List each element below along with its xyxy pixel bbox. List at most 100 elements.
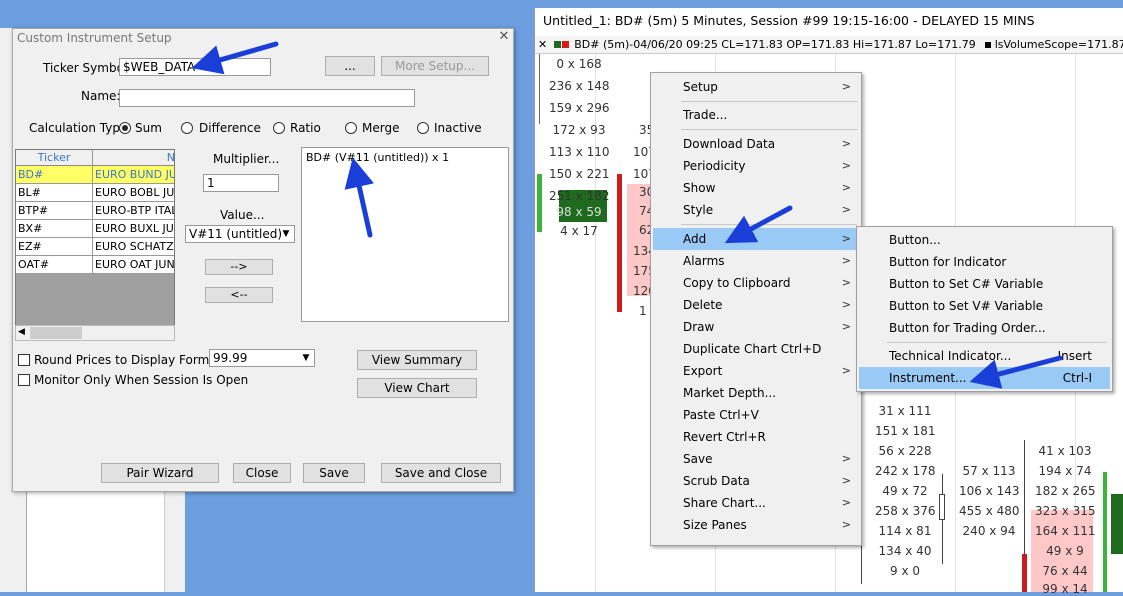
grid-cell-ticker[interactable]: BTP# <box>16 202 93 220</box>
formula-text: BD# (V#11 (untitled)) x 1 <box>306 151 450 164</box>
menu-item-save[interactable]: Save > <box>653 448 859 470</box>
footprint-cell: 150 x 221 <box>549 167 610 181</box>
calc-sum-radio[interactable] <box>119 122 131 137</box>
footprint-cell: 1 <box>639 304 647 318</box>
grid-cell-ticker[interactable]: BX# <box>16 220 93 238</box>
menu-item-label: Show <box>683 181 716 195</box>
footprint-cell: 455 x 480 <box>959 504 1020 518</box>
menu-item-setup[interactable]: Setup > <box>653 76 859 98</box>
chevron-right-icon: > <box>841 232 851 245</box>
grid-cell-name[interactable]: EURO SCHATZ JUNE <box>93 238 174 256</box>
menu-item-add[interactable]: Add > <box>653 228 859 250</box>
menu-item-label: Button... <box>889 233 941 247</box>
menu-item-duplicate-chart[interactable]: Duplicate Chart Ctrl+D <box>653 338 859 360</box>
grid-cell-ticker[interactable]: BD# <box>16 166 93 184</box>
menu-item-alarms[interactable]: Alarms > <box>653 250 859 272</box>
menu-item-trade[interactable]: Trade... <box>653 104 859 126</box>
submenu-item-button[interactable]: Button... <box>859 229 1110 251</box>
menu-item-delete[interactable]: Delete > <box>653 294 859 316</box>
menu-item-label: Market Depth... <box>683 386 777 400</box>
series-color-icon <box>561 41 569 48</box>
menu-item-download-data[interactable]: Download Data > <box>653 133 859 155</box>
calc-ratio-radio[interactable] <box>273 122 285 137</box>
round-format-select[interactable]: 99.99 ▼ <box>209 349 315 367</box>
candle-body <box>617 174 622 312</box>
grid-header-name[interactable]: N <box>93 150 174 166</box>
grid-cell-name[interactable]: EURO-BTP ITALI <box>93 202 174 220</box>
instrument-grid[interactable]: Ticker N BD# EURO BUND JUN BL# EURO BOBL… <box>15 149 175 341</box>
submenu-item-button-set-c-variable[interactable]: Button to Set C# Variable <box>859 273 1110 295</box>
chevron-down-icon[interactable]: ▼ <box>279 227 293 241</box>
save-button[interactable]: Save <box>303 463 365 483</box>
close-icon[interactable]: ✕ <box>538 38 547 51</box>
scroll-thumb[interactable] <box>30 327 82 339</box>
view-chart-button[interactable]: View Chart <box>357 378 477 398</box>
grid-cell-ticker[interactable]: OAT# <box>16 256 93 274</box>
save-and-close-button[interactable]: Save and Close <box>381 463 501 483</box>
grid-cell-name[interactable]: EURO BOBL JUNE <box>93 184 174 202</box>
grid-cell-ticker[interactable]: EZ# <box>16 238 93 256</box>
value-area-box <box>1111 494 1123 554</box>
menu-item-label: Periodicity <box>683 159 746 173</box>
value-select[interactable]: V#11 (untitled) ▼ <box>185 225 295 243</box>
menu-item-scrub-data[interactable]: Scrub Data > <box>653 470 859 492</box>
ticker-symbol-input[interactable]: $WEB_DATA <box>119 58 271 76</box>
scroll-left-icon[interactable]: ◀ <box>18 327 25 337</box>
footprint-cell: 0 x 168 <box>556 57 602 71</box>
round-prices-checkbox[interactable] <box>18 354 30 366</box>
grid-cell-name[interactable]: EURO BUXL JUNE <box>93 220 174 238</box>
view-summary-button[interactable]: View Summary <box>357 350 477 370</box>
menu-item-label: Button to Set V# Variable <box>889 299 1044 313</box>
chevron-right-icon: > <box>841 80 851 93</box>
monitor-session-checkbox[interactable] <box>18 374 30 386</box>
footprint-cell: 242 x 178 <box>875 464 936 478</box>
chevron-down-icon[interactable]: ▼ <box>299 351 313 365</box>
name-label: Name: <box>81 89 121 103</box>
menu-item-size-panes[interactable]: Size Panes > <box>653 514 859 536</box>
menu-item-revert[interactable]: Revert Ctrl+R <box>653 426 859 448</box>
menu-item-share-chart[interactable]: Share Chart... > <box>653 492 859 514</box>
grid-horizontal-scrollbar[interactable]: ◀ <box>15 325 175 341</box>
pair-wizard-button[interactable]: Pair Wizard <box>101 463 219 483</box>
close-button[interactable]: Close <box>233 463 291 483</box>
grid-cell-name[interactable]: EURO OAT JUNE <box>93 256 174 274</box>
calc-merge-radio[interactable] <box>345 122 357 137</box>
menu-item-export[interactable]: Export > <box>653 360 859 382</box>
footprint-cell: 98 x 59 <box>556 205 602 219</box>
menu-item-style[interactable]: Style > <box>653 199 859 221</box>
submenu-item-button-for-indicator[interactable]: Button for Indicator <box>859 251 1110 273</box>
submenu-item-button-trading-order[interactable]: Button for Trading Order... <box>859 317 1110 339</box>
menu-item-label: Alarms <box>683 254 725 268</box>
footprint-cell: 49 x 72 <box>882 484 928 498</box>
calc-inactive-radio[interactable] <box>417 122 429 137</box>
menu-item-market-depth[interactable]: Market Depth... <box>653 382 859 404</box>
menu-item-periodicity[interactable]: Periodicity > <box>653 155 859 177</box>
menu-item-draw[interactable]: Draw > <box>653 316 859 338</box>
grid-cell-ticker[interactable]: BL# <box>16 184 93 202</box>
grid-cell-name[interactable]: EURO BUND JUN <box>93 166 174 184</box>
add-term-button[interactable]: --> <box>205 259 273 275</box>
more-setup-button[interactable]: More Setup... <box>381 56 489 76</box>
calc-difference-radio[interactable] <box>181 122 193 137</box>
grid-header-ticker[interactable]: Ticker <box>16 150 93 166</box>
close-icon[interactable]: ✕ <box>495 29 513 47</box>
menu-item-label: Instrument... <box>889 371 967 385</box>
formula-textarea[interactable]: BD# (V#11 (untitled)) x 1 ▲ ▼ <box>301 147 795 322</box>
multiplier-input[interactable]: 1 <box>203 174 279 192</box>
chart-info-text: BD# (5m)-04/06/20 09:25 CL=171.83 OP=171… <box>574 38 976 51</box>
footprint-cell: 240 x 94 <box>962 524 1016 538</box>
remove-term-button[interactable]: <-- <box>205 287 273 303</box>
menu-item-copy-to-clipboard[interactable]: Copy to Clipboard > <box>653 272 859 294</box>
menu-item-paste[interactable]: Paste Ctrl+V <box>653 404 859 426</box>
menu-item-show[interactable]: Show > <box>653 177 859 199</box>
submenu-item-instrument[interactable]: Instrument... Ctrl-I <box>859 367 1110 389</box>
browse-button[interactable]: ... <box>325 56 375 76</box>
chevron-right-icon: > <box>841 474 851 487</box>
calc-merge-label: Merge <box>362 121 400 135</box>
submenu-item-technical-indicator[interactable]: Technical Indicator... Insert <box>859 345 1110 367</box>
name-input[interactable] <box>119 89 415 107</box>
background-scrollbar[interactable] <box>164 490 180 592</box>
submenu-item-button-set-v-variable[interactable]: Button to Set V# Variable <box>859 295 1110 317</box>
menu-separator <box>681 224 857 225</box>
value-label: Value... <box>220 208 265 222</box>
